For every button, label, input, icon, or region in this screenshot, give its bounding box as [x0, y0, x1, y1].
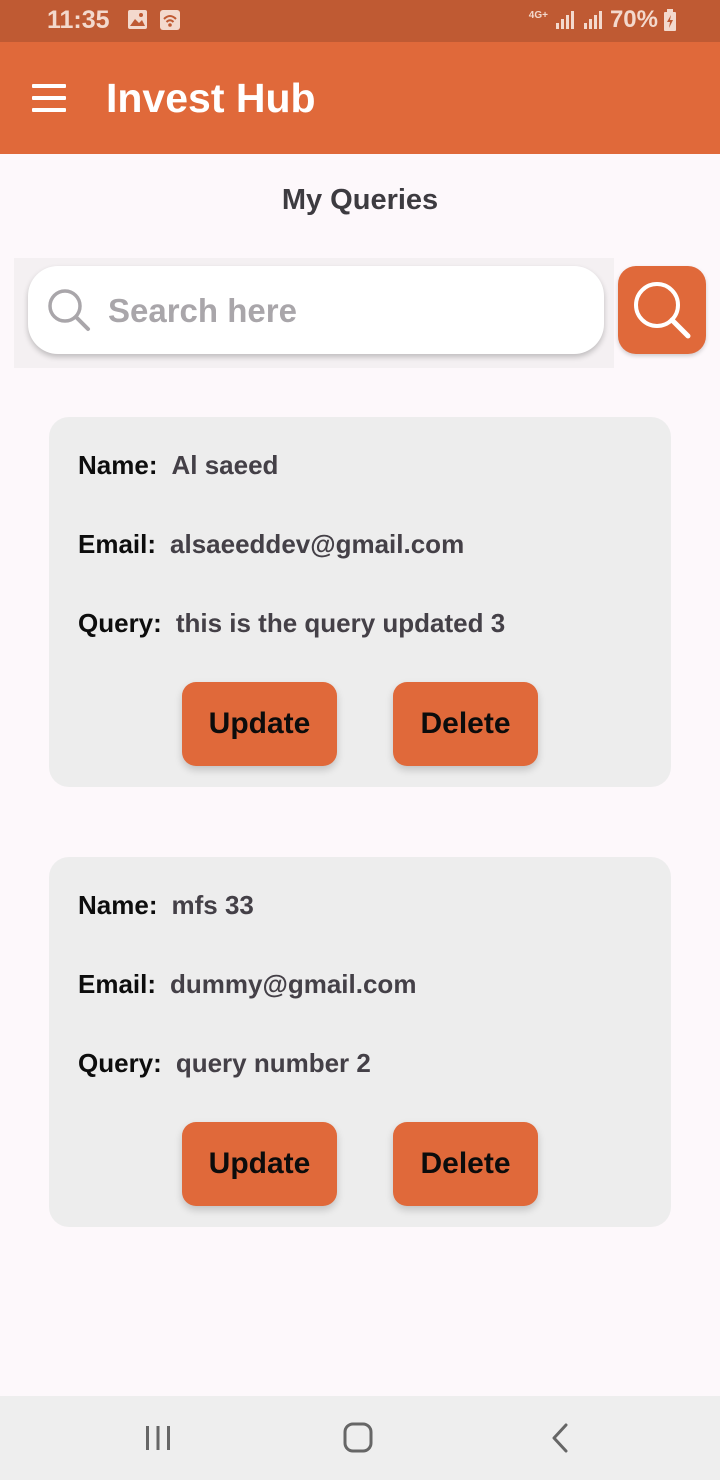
status-bar: 11:35 4G+ 70%: [0, 0, 720, 42]
delete-button[interactable]: Delete: [393, 682, 538, 766]
email-label: Email:: [78, 969, 157, 999]
name-value: Al saeed: [171, 450, 279, 480]
query-value: this is the query updated 3: [175, 608, 506, 638]
status-indicators: 4G+ 70%: [529, 6, 676, 34]
app-bar: Invest Hub: [0, 42, 720, 154]
email-row: Email: alsaeeddev@gmail.com: [78, 529, 464, 560]
email-value: dummy@gmail.com: [170, 969, 417, 999]
query-label: Query:: [78, 1048, 162, 1078]
back-icon[interactable]: [540, 1420, 580, 1456]
recent-apps-icon[interactable]: [138, 1420, 178, 1456]
app-title: Invest Hub: [106, 75, 316, 121]
name-value: mfs 33: [171, 890, 254, 920]
name-row: Name: Al saeed: [78, 450, 278, 481]
battery-charging-icon: [664, 9, 676, 31]
gallery-notification-icon: [128, 10, 147, 29]
name-label: Name:: [78, 890, 158, 920]
search-box[interactable]: [28, 266, 604, 354]
network-type: 4G+: [528, 10, 548, 21]
update-button[interactable]: Update: [182, 1122, 337, 1206]
update-button[interactable]: Update: [182, 682, 337, 766]
email-label: Email:: [78, 529, 157, 559]
page-title: My Queries: [281, 184, 439, 216]
hamburger-menu-icon[interactable]: [32, 84, 66, 112]
signal-icon: [555, 11, 574, 29]
name-label: Name:: [78, 450, 158, 480]
query-row: Query: query number 2: [78, 1048, 371, 1079]
name-row: Name: mfs 33: [78, 890, 254, 921]
query-row: Query: this is the query updated 3: [78, 608, 505, 639]
status-time: 11:35: [47, 6, 110, 34]
query-card: Name: Al saeed Email: alsaeeddev@gmail.com…: [49, 417, 671, 787]
search-icon: [48, 289, 90, 331]
query-label: Query:: [78, 608, 162, 638]
battery-percentage: 70%: [609, 6, 658, 33]
delete-button[interactable]: Delete: [393, 1122, 538, 1206]
search-button[interactable]: [618, 266, 706, 354]
email-row: Email: dummy@gmail.com: [78, 969, 416, 1000]
wifi-notification-icon: [160, 10, 180, 30]
search-input[interactable]: [106, 284, 580, 338]
search-icon: [634, 282, 691, 339]
query-value: query number 2: [175, 1048, 371, 1078]
home-icon[interactable]: [338, 1420, 378, 1456]
system-navigation-bar: [0, 1396, 720, 1480]
email-value: alsaeeddev@gmail.com: [170, 529, 465, 559]
query-card: Name: mfs 33 Email: dummy@gmail.com Query:…: [49, 857, 671, 1227]
signal-icon: [583, 11, 602, 29]
